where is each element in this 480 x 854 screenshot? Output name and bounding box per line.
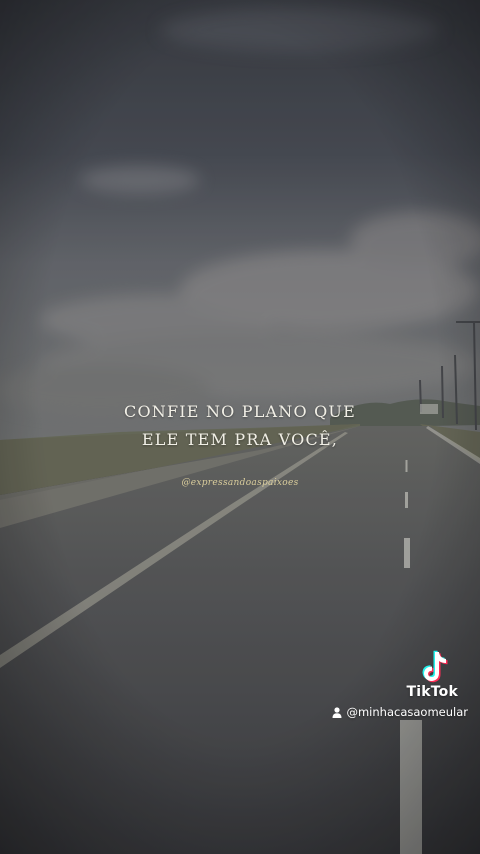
quote-text: CONFIE NO PLANO QUE ELE TEM PRA VOCÊ, — [0, 398, 480, 454]
username-label: @minhacasaomeular — [346, 705, 468, 719]
tiktok-note-icon — [422, 650, 448, 683]
tiktok-brand-label: TikTok — [406, 684, 458, 700]
creator-watermark: @expressandoaspaixoes — [181, 478, 299, 488]
person-icon — [332, 706, 342, 718]
tiktok-username: @minhacasaomeular — [332, 705, 468, 719]
quote-line-1: CONFIE NO PLANO QUE — [124, 402, 356, 421]
quote-line-2: ELE TEM PRA VOCÊ, — [141, 430, 339, 449]
tiktok-watermark: TikTok @minhacasaomeular — [308, 648, 468, 728]
video-frame[interactable]: CONFIE NO PLANO QUE ELE TEM PRA VOCÊ, @e… — [0, 0, 480, 854]
